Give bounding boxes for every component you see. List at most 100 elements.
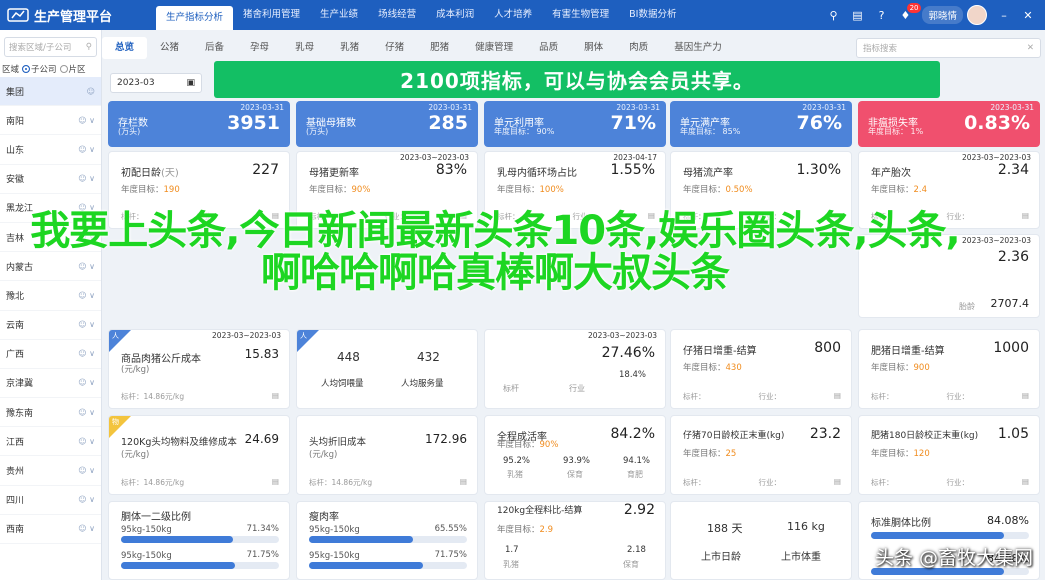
sidebar-item-region[interactable]: 南阳 ☺ ∨ xyxy=(0,106,101,136)
close-icon[interactable]: ✕ xyxy=(1021,8,1035,22)
nav-item-performance[interactable]: 生产业绩 xyxy=(310,0,368,30)
sidebar-item-region[interactable]: 黑龙江 ☺ ∨ xyxy=(0,194,101,223)
search-icon: ⚲ xyxy=(85,42,92,52)
indicator-search-input[interactable]: 指标搜索 ✕ xyxy=(856,38,1041,58)
date-picker[interactable]: 2023-03 ▣ xyxy=(110,73,202,93)
tab-category[interactable]: 基因生产力 xyxy=(661,37,735,59)
piglet-gain-card[interactable]: 仔猪日增重-结算 800 年度目标：430 标杆： 行业： ▤ xyxy=(670,329,852,409)
nav-item-barn-usage[interactable]: 猪舍利用管理 xyxy=(233,0,310,30)
person-icon: ☺ ∨ xyxy=(78,174,95,184)
target-card[interactable]: 母猪流产率 1.30% 年度目标：0.50% 标杆： 行业： ▤ xyxy=(670,151,852,229)
sidebar-item-region[interactable]: 集团 ☺ xyxy=(0,77,101,107)
sidebar-item-region[interactable]: 吉林 ☺ ∨ xyxy=(0,223,101,253)
tab-category[interactable]: 肥猪 xyxy=(417,37,462,59)
card-title: 初配日龄(天) xyxy=(121,168,179,179)
meat-cost-card[interactable]: 人 2023-03~2023-03 商品肉猪公斤成本 (元/kg) 15.83 … xyxy=(108,329,290,409)
kpi-date: 2023-03-31 xyxy=(802,103,846,112)
chart-icon: ▤ xyxy=(271,211,279,220)
nav-item-production-kpi[interactable]: 生产指标分析 xyxy=(156,6,234,30)
sidebar-item-region[interactable]: 广西 ☺ ∨ xyxy=(0,340,101,369)
sidebar-item-region[interactable]: 内蒙古 ☺ ∨ xyxy=(0,252,101,282)
nav-item-pest[interactable]: 有害生物管理 xyxy=(542,0,619,30)
tab-category[interactable]: 孕母 xyxy=(237,37,282,59)
person-icon: ☺ ∨ xyxy=(78,261,95,271)
kpi-value: 71% xyxy=(610,112,656,134)
tab-category[interactable]: 仔猪 xyxy=(372,37,417,59)
card-foot: 标杆： 行业： ▤ xyxy=(497,211,655,221)
tab-category[interactable]: 健康管理 xyxy=(462,37,526,59)
sidebar-item-region[interactable]: 四川 ☺ ∨ xyxy=(0,486,101,515)
carcass-grade-card[interactable]: 胴体一二级比例 95kg-150kg 71.34% 95kg-150kg 71.75… xyxy=(108,501,290,580)
tab-category[interactable]: 乳母 xyxy=(282,37,327,59)
region-list: 集团 ☺ 南阳 ☺ ∨ 山东 ☺ ∨ 安徽 ☺ ∨ 黑龙江 ☺ ∨ 吉林 ☺ ∨ 内蒙古 ☺ ∨ 豫北 ☺ ∨… xyxy=(0,77,101,544)
tab-category[interactable]: 胴体 xyxy=(571,37,616,59)
sidebar-item-region[interactable]: 豫北 ☺ ∨ xyxy=(0,281,101,311)
tab-category[interactable]: 总览 xyxy=(102,37,148,59)
bell-icon[interactable]: ♦ 20 xyxy=(898,3,922,22)
person-icon: ☺ ∨ xyxy=(78,378,95,388)
target-card[interactable]: 2023-03~2023-03 年产胎次 2.34 年度目标：2.4 标杆： 行业： ▤ xyxy=(858,151,1040,229)
sidebar-item-region[interactable]: 京津冀 ☺ ∨ xyxy=(0,369,101,399)
nav-item-cost-profit[interactable]: 成本利润 xyxy=(426,0,484,30)
sidebar-item-region[interactable]: 贵州 ☺ ∨ xyxy=(0,456,101,486)
piglet-weight-card[interactable]: 仔猪70日龄校正末重(kg) 23.2 年度目标：25 标杆： 行业： ▤ xyxy=(670,415,852,495)
lean-rate-card[interactable]: 瘦肉率 95kg-150kg 65.55% 95kg-150kg 71.75% xyxy=(296,501,478,580)
minimize-icon[interactable]: – xyxy=(997,8,1011,22)
chart-icon[interactable]: ▤ xyxy=(850,8,864,22)
region-search-input[interactable]: 搜索区域/子公司 ⚲ xyxy=(4,37,97,57)
feed-ratio-card[interactable]: 120kg全程料比-结算 2.92 年度目标：2.9 1.7 2.18 乳猪 保… xyxy=(484,501,666,580)
kpi-value: 76% xyxy=(796,112,842,134)
target-card[interactable]: 2023-03~2023-03 母猪更新率 83% 年度目标：90% 标杆： 行业： ▤ xyxy=(296,151,478,229)
region-label: 京津冀 xyxy=(6,379,34,390)
staff-efficiency-card[interactable]: 人 448 432 人均饲喂量 人均服务量 xyxy=(296,329,478,409)
chart-icon: ▤ xyxy=(1021,391,1029,400)
tab-category[interactable]: 公猪 xyxy=(147,37,192,59)
card-date: 2023-03~2023-03 xyxy=(400,153,469,162)
user-menu[interactable]: 郭晓情 xyxy=(922,5,987,25)
sidebar-item-region[interactable]: 云南 ☺ ∨ xyxy=(0,311,101,340)
material-cost-card[interactable]: 物 120Kg头均物料及维修成本 (元/kg) 24.69 标杆：14.86元/… xyxy=(108,415,290,495)
kpi-card[interactable]: 2023-03-31 单元满产率 年度目标： 85% 76% xyxy=(670,101,852,147)
target-card[interactable]: 2023-04-17 乳母内循环场占比 1.55% 年度目标：100% 标杆： 行业： ▤ xyxy=(484,151,666,229)
person-icon: ☺ ∨ xyxy=(78,466,95,476)
nav-item-bi[interactable]: BI数据分析 xyxy=(619,0,686,30)
clear-icon[interactable]: ✕ xyxy=(1027,43,1034,53)
tab-category[interactable]: 肉质 xyxy=(616,37,661,59)
kpi-card[interactable]: 2023-03-31 单元利用率 年度目标： 90% 71% xyxy=(484,101,666,147)
kpi-card[interactable]: 2023-03-31 非瘟损失率 年度目标： 1% 0.83% xyxy=(858,101,1040,147)
person-icon: ☺ ∨ xyxy=(78,290,95,300)
survival-card[interactable]: 全程成活率 84.2% 年度目标：90% 95.2% 93.9% 94.1% 乳… xyxy=(484,415,666,495)
kpi-value: 3951 xyxy=(227,112,280,134)
kpi-card[interactable]: 2023-03-31 存栏数 (万头) 3951 xyxy=(108,101,290,147)
card-title: 年产胎次 xyxy=(871,168,911,179)
fattening-gain-card[interactable]: 肥猪日增重-结算 1000 年度目标：900 标杆： 行业： ▤ xyxy=(858,329,1040,409)
sidebar-item-region[interactable]: 豫东南 ☺ ∨ xyxy=(0,398,101,428)
nav-item-talent[interactable]: 人才培养 xyxy=(484,0,542,30)
tab-category[interactable]: 品质 xyxy=(526,37,571,59)
region-label: 山东 xyxy=(6,145,25,156)
depreciation-card[interactable]: 头均折旧成本 (元/kg) 172.96 标杆：14.86元/kg ▤ xyxy=(296,415,478,495)
nav-item-farm-ops[interactable]: 场线经营 xyxy=(368,0,426,30)
finish-weight-card[interactable]: 肥猪180日龄校正末重(kg) 1.05 年度目标：120 标杆： 行业： ▤ xyxy=(858,415,1040,495)
kpi-value: 0.83% xyxy=(964,112,1030,134)
person-icon: ☺ ∨ xyxy=(78,436,95,446)
radio-subsidiary[interactable]: 子公司 xyxy=(22,63,57,75)
target-card[interactable]: 初配日龄(天) 227 年度目标：190 标杆： 行业： ▤ xyxy=(108,151,290,229)
radio-area[interactable]: 片区 xyxy=(59,63,86,75)
market-card[interactable]: 188 天 116 kg 上市日龄 上市体重 xyxy=(670,501,852,580)
help-icon[interactable]: ? xyxy=(874,8,888,22)
person-icon: ☺ ∨ xyxy=(78,203,95,213)
rate-card[interactable]: 2023-03~2023-03 27.46% 18.4% 标杆 行业 xyxy=(484,329,666,409)
card-foot: 标杆： 行业： ▤ xyxy=(683,211,841,221)
sidebar-item-region[interactable]: 安徽 ☺ ∨ xyxy=(0,165,101,194)
kpi-card-partial[interactable]: 2023-03~2023-03 2.36 2707.4 胎龄 xyxy=(858,234,1040,318)
kpi-card[interactable]: 2023-03-31 基础母猪数 (万头) 285 xyxy=(296,101,478,147)
sidebar-item-region[interactable]: 山东 ☺ ∨ xyxy=(0,135,101,165)
tab-category[interactable]: 后备 xyxy=(192,37,237,59)
sidebar-item-region[interactable]: 江西 ☺ ∨ xyxy=(0,427,101,457)
radio-region[interactable]: 区域 xyxy=(2,63,19,75)
search-icon[interactable]: ⚲ xyxy=(826,8,840,22)
sidebar-item-region[interactable]: 西南 ☺ ∨ xyxy=(0,515,101,544)
tab-category[interactable]: 乳猪 xyxy=(327,37,372,59)
share-banner: 2100项指标，可以与协会会员共享。 xyxy=(214,61,940,98)
